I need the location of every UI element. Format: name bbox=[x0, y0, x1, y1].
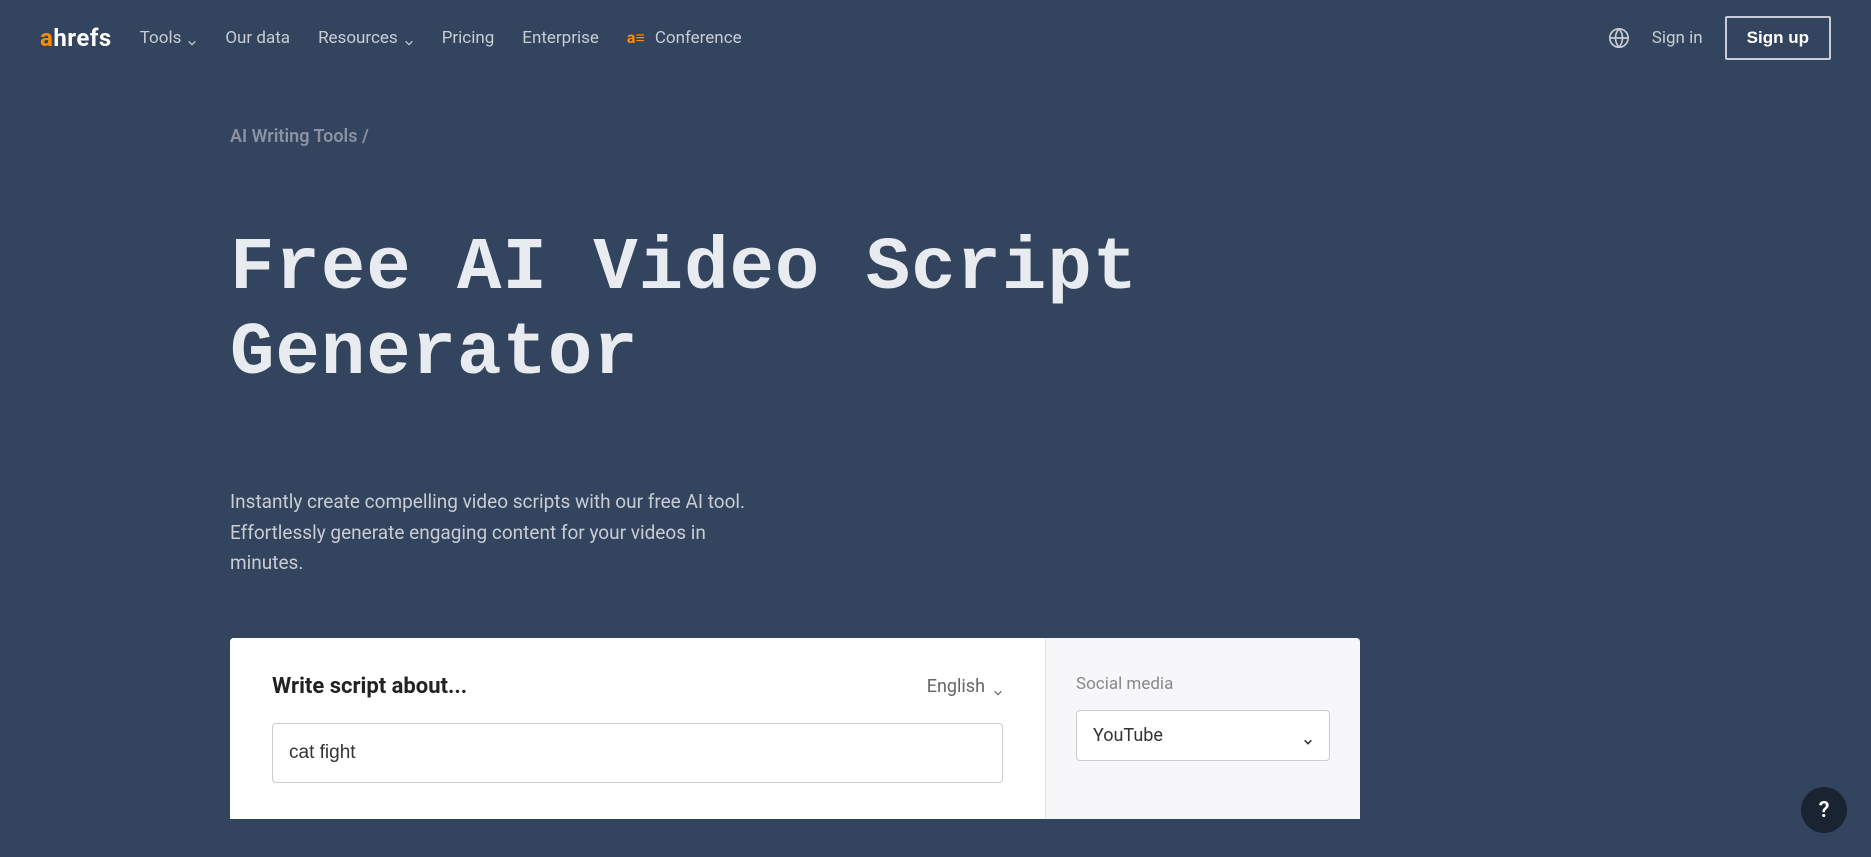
nav-resources[interactable]: Resources bbox=[318, 28, 414, 48]
logo-letter-a: a bbox=[40, 24, 53, 52]
social-media-select[interactable]: YouTube bbox=[1076, 710, 1330, 761]
nav-our-data[interactable]: Our data bbox=[225, 28, 290, 48]
social-media-value: YouTube bbox=[1093, 725, 1163, 746]
nav-resources-label: Resources bbox=[318, 28, 398, 48]
header: ahrefs Tools Our data Resources Pricing … bbox=[0, 0, 1871, 76]
language-select[interactable]: English bbox=[927, 676, 1003, 697]
globe-icon[interactable] bbox=[1608, 27, 1630, 49]
language-value: English bbox=[927, 676, 985, 697]
main-nav: Tools Our data Resources Pricing Enterpr… bbox=[140, 28, 1580, 48]
chevron-down-icon bbox=[187, 33, 197, 43]
breadcrumb[interactable]: AI Writing Tools / bbox=[230, 126, 1400, 147]
form-main-panel: Write script about... English bbox=[230, 638, 1045, 819]
social-media-label: Social media bbox=[1076, 674, 1330, 694]
nav-conference[interactable]: a≡ Conference bbox=[627, 28, 742, 48]
chevron-down-icon bbox=[404, 33, 414, 43]
sign-up-button[interactable]: Sign up bbox=[1725, 16, 1831, 60]
nav-tools-label: Tools bbox=[140, 28, 182, 48]
nav-our-data-label: Our data bbox=[225, 28, 290, 48]
nav-conference-label: Conference bbox=[655, 28, 742, 48]
form-side-panel: Social media YouTube bbox=[1045, 638, 1360, 819]
conference-icon: a≡ bbox=[627, 28, 645, 48]
help-button[interactable]: ? bbox=[1801, 787, 1847, 833]
nav-enterprise[interactable]: Enterprise bbox=[522, 28, 599, 48]
logo[interactable]: ahrefs bbox=[40, 24, 112, 52]
sign-in-link[interactable]: Sign in bbox=[1652, 28, 1703, 48]
topic-label: Write script about... bbox=[272, 674, 467, 699]
script-form: Write script about... English Social med… bbox=[230, 638, 1360, 819]
nav-enterprise-label: Enterprise bbox=[522, 28, 599, 48]
main-content: AI Writing Tools / Free AI Video Script … bbox=[0, 76, 1400, 819]
nav-pricing-label: Pricing bbox=[442, 28, 495, 48]
nav-tools[interactable]: Tools bbox=[140, 28, 198, 48]
logo-rest: hrefs bbox=[53, 24, 111, 52]
chevron-down-icon bbox=[993, 682, 1003, 692]
page-title: Free AI Video Script Generator bbox=[230, 227, 1210, 397]
form-header: Write script about... English bbox=[272, 674, 1003, 699]
nav-pricing[interactable]: Pricing bbox=[442, 28, 495, 48]
page-subtitle: Instantly create compelling video script… bbox=[230, 487, 760, 578]
chevron-down-icon bbox=[1303, 731, 1313, 741]
topic-input[interactable] bbox=[272, 723, 1003, 783]
header-right: Sign in Sign up bbox=[1608, 16, 1831, 60]
